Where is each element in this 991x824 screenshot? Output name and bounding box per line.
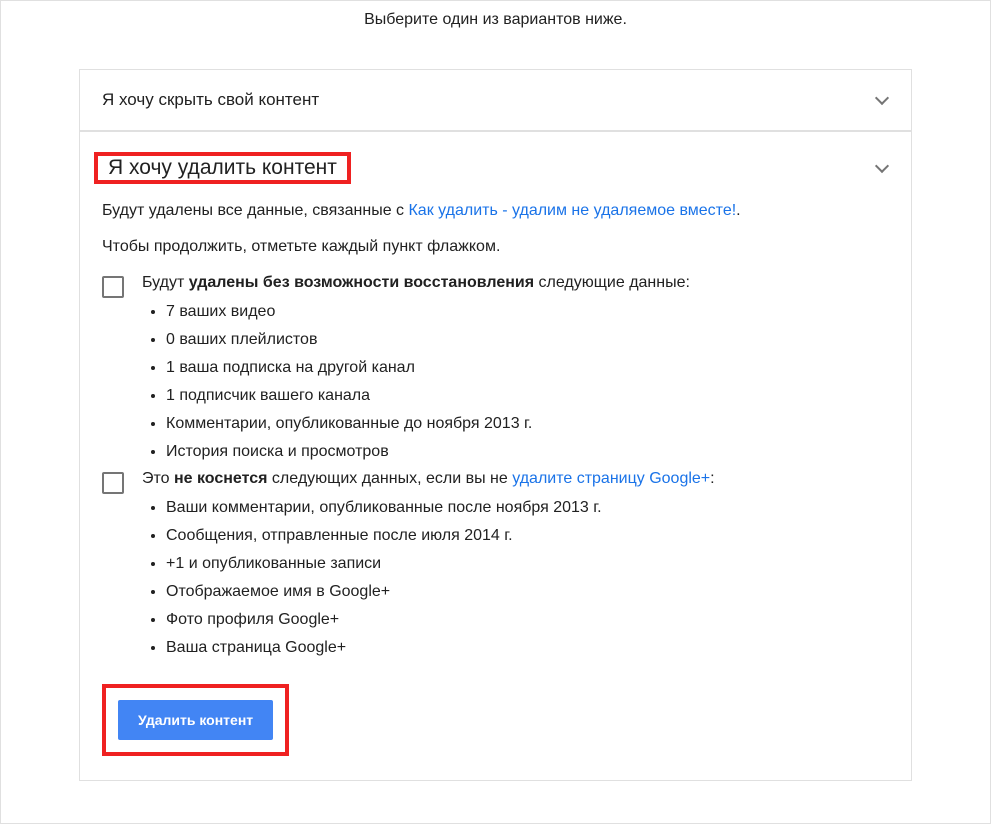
confirm-label-1: Будут удалены без возможности восстановл…	[142, 274, 889, 292]
list-item: Сообщения, отправленные после июля 2014 …	[166, 522, 889, 550]
chevron-down-icon	[875, 161, 889, 175]
confirm-label-2: Это не коснется следующих данных, если в…	[142, 470, 889, 488]
list-item: 1 подписчик вашего канала	[166, 382, 889, 410]
confirm-checkbox-2[interactable]	[102, 472, 124, 494]
list-item: +1 и опубликованные записи	[166, 550, 889, 578]
section-hide-title: Я хочу скрыть свой контент	[102, 90, 319, 110]
delete-list-2: Ваши комментарии, опубликованные после н…	[166, 494, 889, 662]
list-item: 1 ваша подписка на другой канал	[166, 354, 889, 382]
google-plus-link[interactable]: удалите страницу Google+	[512, 470, 710, 487]
list-item: Фото профиля Google+	[166, 606, 889, 634]
list-item: Ваша страница Google+	[166, 634, 889, 662]
delete-continue-text: Чтобы продолжить, отметьте каждый пункт …	[102, 238, 889, 256]
delete-content-button[interactable]: Удалить контент	[118, 700, 273, 740]
delete-intro: Будут удалены все данные, связанные с Ка…	[102, 202, 889, 220]
list-item: Отображаемое имя в Google+	[166, 578, 889, 606]
list-item: 7 ваших видео	[166, 298, 889, 326]
confirm-checkbox-1[interactable]	[102, 276, 124, 298]
section-delete-body: Будут удалены все данные, связанные с Ка…	[80, 192, 911, 780]
list-item: Комментарии, опубликованные до ноября 20…	[166, 410, 889, 438]
section-delete-title: Я хочу удалить контент	[98, 150, 347, 185]
confirm-row-2: Это не коснется следующих данных, если в…	[102, 470, 889, 494]
section-delete-header[interactable]: Я хочу удалить контент	[80, 132, 911, 192]
list-item: История поиска и просмотров	[166, 438, 889, 466]
chevron-down-icon	[875, 93, 889, 107]
section-hide-header[interactable]: Я хочу скрыть свой контент	[80, 70, 911, 130]
channel-link[interactable]: Как удалить - удалим не удаляемое вместе…	[408, 202, 736, 219]
list-item: Ваши комментарии, опубликованные после н…	[166, 494, 889, 522]
list-item: 0 ваших плейлистов	[166, 326, 889, 354]
delete-list-1: 7 ваших видео 0 ваших плейлистов 1 ваша …	[166, 298, 889, 466]
confirm-row-1: Будут удалены без возможности восстановл…	[102, 274, 889, 298]
page-instruction: Выберите один из вариантов ниже.	[1, 1, 990, 69]
